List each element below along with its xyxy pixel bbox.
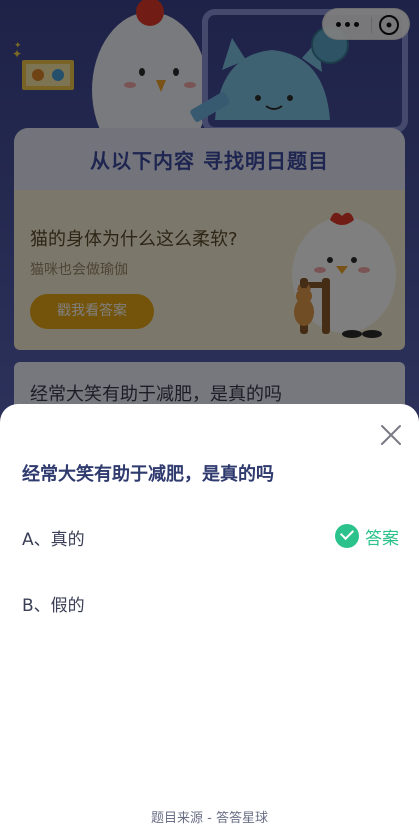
answer-sheet: 经常大笑有助于减肥，是真的吗 A、真的 答案 B、假的 题目来源 - 答答星球 <box>0 404 419 832</box>
sheet-question: 经常大笑有助于减肥，是真的吗 <box>22 464 274 485</box>
question-source: 题目来源 - 答答星球 <box>151 811 268 826</box>
check-circle-icon <box>335 524 359 548</box>
option-b[interactable]: B、假的 <box>0 582 419 622</box>
option-a[interactable]: A、真的 答案 <box>0 516 419 556</box>
answer-label: 答案 <box>365 528 399 549</box>
option-label: B、假的 <box>22 596 85 616</box>
close-icon[interactable] <box>378 422 404 448</box>
option-label: A、真的 <box>22 530 85 550</box>
correct-answer-badge: 答案 <box>335 524 399 549</box>
